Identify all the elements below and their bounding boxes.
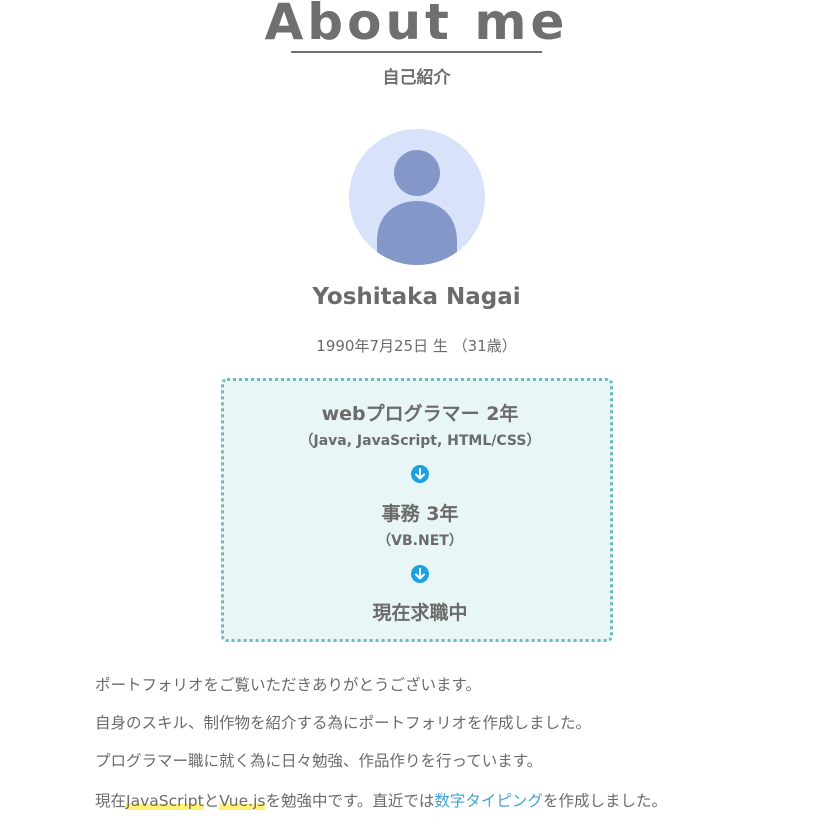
intro-text: を勉強中です。直近では xyxy=(265,792,435,810)
highlight-javascript: JavaScript xyxy=(126,792,204,810)
intro-line: ポートフォリオをご覧いただきありがとうございます。 xyxy=(95,676,481,694)
highlight-vuejs: Vue.js xyxy=(219,792,266,810)
intro-text: 現在 xyxy=(95,792,127,810)
person-icon xyxy=(377,150,457,265)
career-item-title: 事務 3年 xyxy=(381,503,459,525)
profile-name: Yoshitaka Nagai xyxy=(312,284,521,310)
title-underline xyxy=(291,51,542,53)
page-subtitle: 自己紹介 xyxy=(382,68,451,88)
arrow-down-circle-icon xyxy=(411,465,429,483)
number-typing-link[interactable]: 数字タイピング xyxy=(434,792,543,810)
career-item-sub: （VB.NET） xyxy=(377,533,463,549)
profile-birth: 1990年7月25日 生 （31歳） xyxy=(316,337,517,355)
intro-line: 自身のスキル、制作物を紹介する為にポートフォリオを作成しました。 xyxy=(95,714,592,732)
career-item-sub: （Java, JavaScript, HTML/CSS） xyxy=(299,433,541,449)
about-section: About me 自己紹介 Yoshitaka Nagai 1990年7月25日… xyxy=(0,0,821,835)
intro-text: と xyxy=(203,792,220,810)
arrow-down-circle-icon xyxy=(411,565,429,583)
intro-text: を作成しました。 xyxy=(542,792,667,810)
career-item-title: webプログラマー 2年 xyxy=(321,403,519,425)
career-item-title: 現在求職中 xyxy=(372,602,468,624)
career-box: webプログラマー 2年 （Java, JavaScript, HTML/CSS… xyxy=(221,378,613,642)
page-title: About me xyxy=(264,0,569,51)
avatar xyxy=(349,129,485,265)
intro-line: プログラマー職に就く為に日々勉強、作品作りを行っています。 xyxy=(95,752,543,770)
intro-line: 現在JavaScriptとVue.jsを勉強中です。直近では数字タイピングを作成… xyxy=(95,789,795,811)
